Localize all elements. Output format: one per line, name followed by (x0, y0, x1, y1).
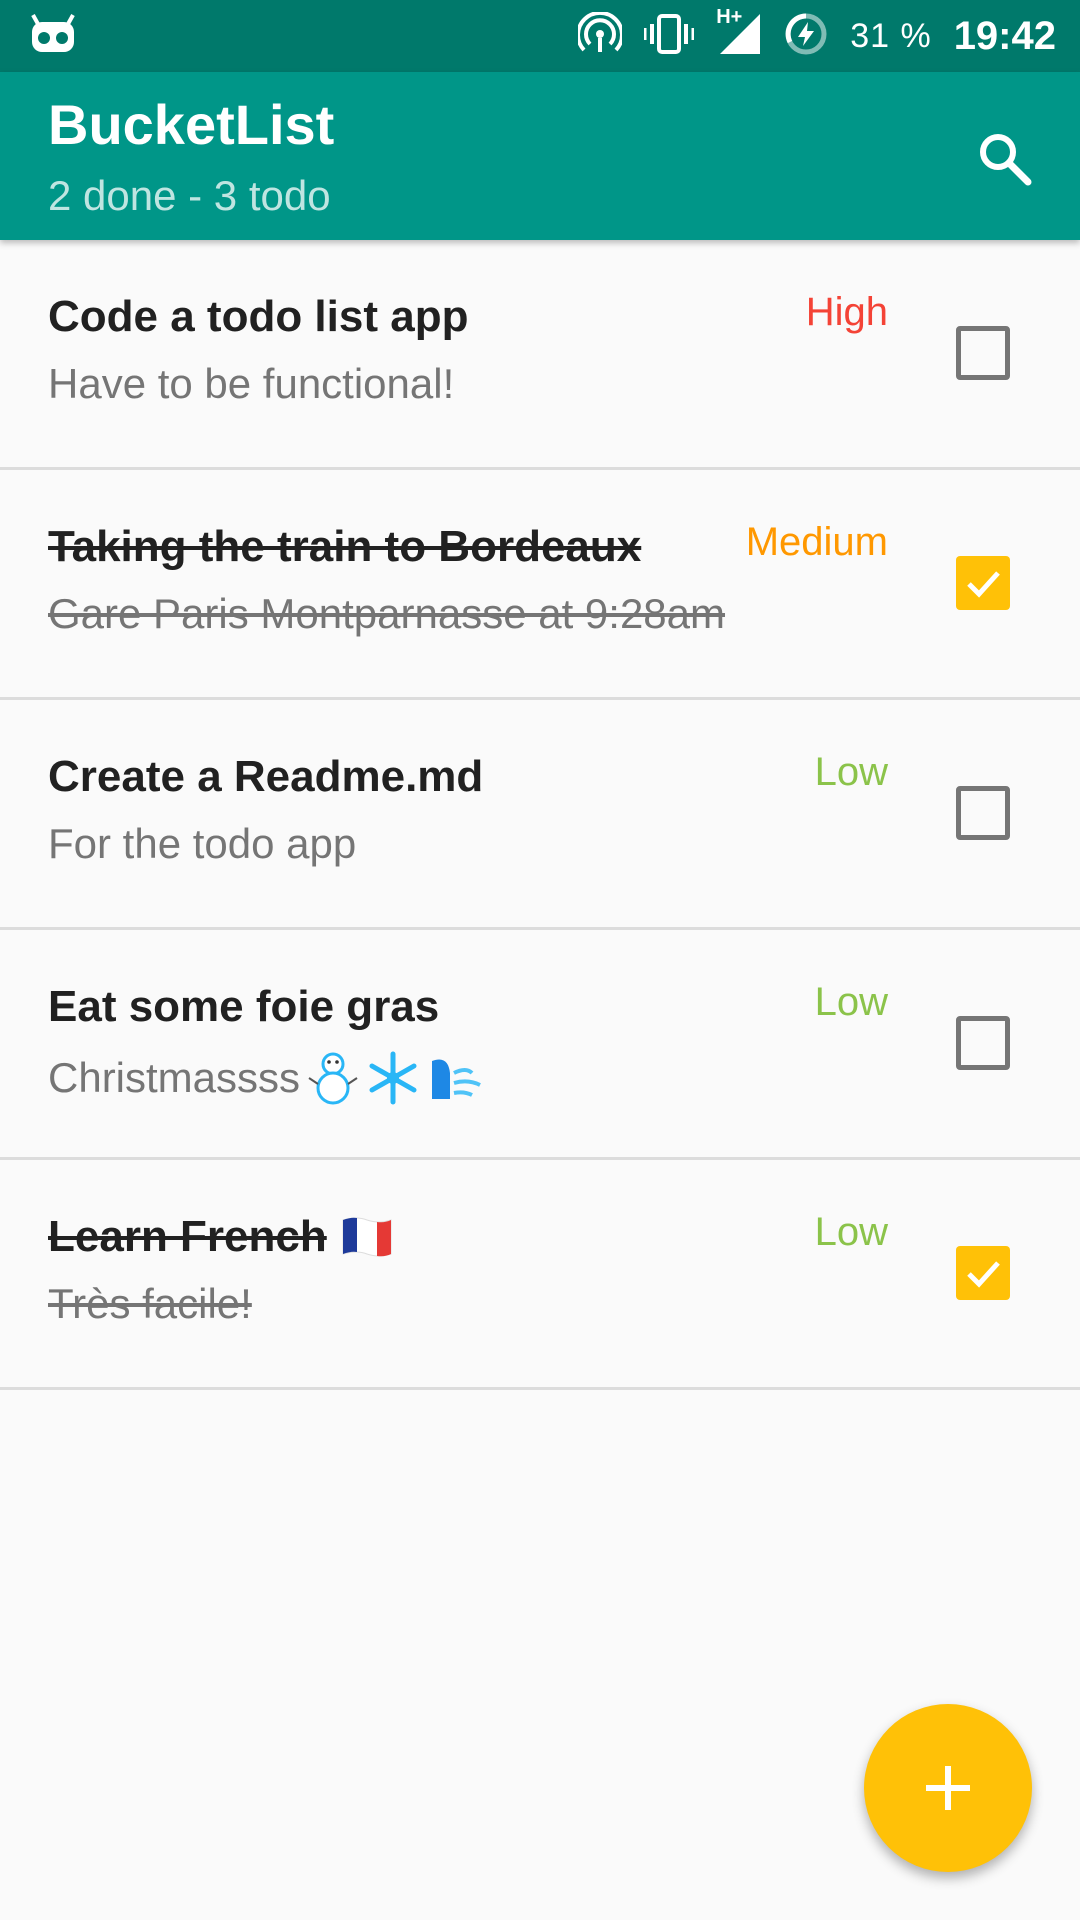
priority-label: Low (814, 1210, 888, 1254)
done-checkbox[interactable] (956, 1016, 1010, 1070)
task-description: For the todo app (48, 820, 357, 867)
task-title: Code a todo list app (48, 292, 469, 341)
app-subtitle: 2 done - 3 todo (48, 172, 331, 219)
priority-label: Low (814, 980, 888, 1024)
status-bar: H+ 31 % 19:42 (0, 0, 1080, 72)
task-list: Code a todo list app Have to be function… (0, 240, 1080, 1390)
search-icon (980, 134, 1032, 186)
task-description: Christmassss (48, 1054, 301, 1101)
done-checkbox[interactable] (956, 1246, 1010, 1300)
hotspot-icon (576, 10, 625, 61)
done-checkbox[interactable] (956, 786, 1010, 840)
vibrate-icon (643, 12, 695, 61)
task-title-wrap: Learn French (48, 1212, 395, 1262)
snowflake-icon (369, 1051, 417, 1105)
task-row[interactable]: Create a Readme.md For the todo app Low (0, 700, 1080, 930)
task-row[interactable]: Learn French Très facile! Low (0, 1160, 1080, 1390)
task-description: Gare Paris Montparnasse at 9:28am (48, 590, 726, 637)
battery-percent: 31 % (850, 16, 932, 55)
task-title: Taking the train to Bordeaux (48, 522, 642, 571)
task-row[interactable]: Eat some foie gras Christmassss Low (0, 930, 1080, 1160)
task-row[interactable]: Taking the train to Bordeaux Gare Paris … (0, 470, 1080, 700)
france-flag-icon (342, 1217, 392, 1257)
task-row[interactable]: Code a todo list app Have to be function… (0, 240, 1080, 470)
add-task-button[interactable] (864, 1704, 1032, 1872)
app-bar: BucketList 2 done - 3 todo (0, 72, 1080, 240)
app-title: BucketList (48, 93, 335, 156)
priority-label: High (805, 290, 888, 334)
task-description-wrap: Christmassss (48, 1050, 484, 1106)
task-description: Have to be functional! (48, 360, 455, 407)
search-button[interactable] (968, 122, 1040, 194)
done-checkbox[interactable] (956, 326, 1010, 380)
checkmark-icon (967, 1261, 1000, 1288)
priority-label: Low (814, 750, 888, 794)
signal-icon: H+ (716, 6, 762, 61)
task-title: Eat some foie gras (48, 982, 440, 1031)
network-type-label: H+ (716, 5, 743, 28)
task-description: Très facile! (48, 1280, 252, 1327)
priority-label: Medium (745, 520, 888, 564)
battery-charging-icon (784, 12, 828, 61)
clock: 19:42 (953, 13, 1056, 58)
checkmark-icon (967, 571, 1000, 598)
wind-face-icon (432, 1059, 481, 1099)
plus-icon (926, 1766, 970, 1810)
snowman-icon (308, 1052, 358, 1105)
android-logo-icon (30, 14, 76, 59)
task-title: Create a Readme.md (48, 752, 484, 801)
done-checkbox[interactable] (956, 556, 1010, 610)
task-title: Learn French (48, 1212, 327, 1261)
